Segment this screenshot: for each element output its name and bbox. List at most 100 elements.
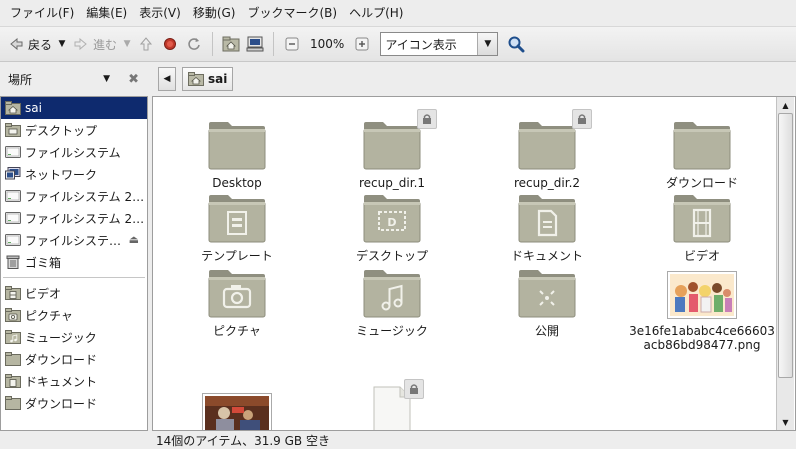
back-button[interactable]: 戻る [4, 30, 55, 58]
menu-go[interactable]: 移動(G) [187, 1, 242, 25]
drive-icon [5, 145, 21, 159]
file-item[interactable] [159, 383, 315, 430]
sidebar-item[interactable]: ファイルシステム [1, 141, 147, 163]
breadcrumb-label: sai [208, 72, 228, 86]
sidebar-item[interactable]: ビデオ [1, 282, 147, 304]
sidebar-item[interactable]: ドキュメント [1, 370, 147, 392]
chevron-down-icon[interactable]: ▼ [103, 74, 110, 84]
menu-view[interactable]: 表示(V) [133, 1, 187, 25]
sidebar-item[interactable]: ピクチャ [1, 304, 147, 326]
menu-bookmarks[interactable]: ブックマーク(B) [241, 1, 343, 25]
home-button[interactable] [219, 30, 243, 58]
view-mode-select[interactable]: アイコン表示 ▼ [380, 32, 499, 56]
file-item[interactable]: 3e16fe1ababc4ce66603acb86bd98477.png [624, 267, 780, 352]
file-name: ビデオ [683, 249, 720, 263]
eject-icon[interactable]: ⏏ [129, 233, 139, 246]
sidebar-item[interactable]: ネットワーク [1, 163, 147, 185]
forward-button[interactable]: 進む [69, 30, 120, 58]
pictures-folder-icon [5, 308, 21, 322]
forward-history-dropdown[interactable]: ▼ [120, 30, 134, 58]
places-sidebar: sai デスクトップ ファイルシステム ネットワーク ファイルシステム 2… ファイルシス… [0, 96, 148, 431]
zoom-out-button[interactable] [280, 30, 304, 58]
vertical-scrollbar[interactable]: ▲ ▼ [776, 97, 794, 430]
file-name: 3e16fe1ababc4ce66603acb86bd98477.png [629, 324, 775, 352]
search-button[interactable] [504, 30, 528, 58]
public-folder-icon [518, 267, 576, 319]
toolbar-separator [212, 32, 214, 56]
pictures-folder-icon [208, 267, 266, 319]
sidebar-item[interactable]: ミュージック [1, 326, 147, 348]
search-icon [507, 35, 525, 53]
computer-button[interactable] [243, 30, 267, 58]
drive-icon [5, 189, 21, 203]
home-folder-icon [5, 101, 21, 115]
file-name: ダウンロード [665, 176, 738, 190]
sidebar-divider [3, 277, 145, 278]
menu-help[interactable]: ヘルプ(H) [343, 1, 409, 25]
sidebar-item[interactable]: ゴミ箱 [1, 251, 147, 273]
file-item[interactable] [314, 379, 470, 430]
desktop-folder-icon [5, 123, 21, 137]
sidebar-item[interactable]: ファイルシステム 2… [1, 185, 147, 207]
file-item[interactable]: D デスクトップ [314, 192, 470, 263]
file-item[interactable]: ミュージック [314, 267, 470, 338]
sidebar-item-label: ファイルシステム [25, 145, 121, 160]
lock-icon [417, 109, 437, 129]
file-item[interactable]: ビデオ [624, 192, 780, 263]
file-item[interactable]: recup_dir.2 [469, 109, 625, 190]
back-history-dropdown[interactable]: ▼ [55, 30, 69, 58]
breadcrumb[interactable]: sai [182, 67, 234, 91]
folder-icon [208, 119, 266, 171]
sidebar-item[interactable]: sai [1, 97, 147, 119]
up-button[interactable] [134, 30, 158, 58]
desktop-folder-icon: D [363, 192, 421, 244]
music-folder-icon [5, 330, 21, 344]
stop-button[interactable] [158, 30, 182, 58]
menu-edit[interactable]: 編集(E) [80, 1, 133, 25]
side-pane-header: 場所 ▼ ✖ [0, 63, 147, 95]
sidebar-item-label: ミュージック [25, 330, 97, 345]
sidebar-item[interactable]: ファイルシステム 2… [1, 207, 147, 229]
sidebar-item[interactable]: ダウンロード [1, 392, 147, 414]
drive-icon [5, 233, 21, 247]
file-name: 公開 [534, 324, 559, 338]
sidebar-item[interactable]: ファイルシステ… ⏏ [1, 229, 147, 251]
side-pane-title[interactable]: 場所 [8, 71, 103, 88]
file-item[interactable]: ピクチャ [159, 267, 315, 338]
file-name: Desktop [212, 176, 262, 190]
file-item[interactable]: ダウンロード [624, 119, 780, 190]
file-item[interactable]: ドキュメント [469, 192, 625, 263]
scroll-down-arrow[interactable]: ▼ [777, 414, 794, 430]
file-item[interactable]: 公開 [469, 267, 625, 338]
forward-arrow-icon [72, 35, 90, 53]
file-item[interactable]: recup_dir.1 [314, 109, 470, 190]
file-view[interactable]: Desktop recup_dir.1 recup_dir.2 ダウンロードテンプレー… [152, 96, 796, 431]
zoom-in-button[interactable] [350, 30, 374, 58]
sidebar-item-label: ピクチャ [25, 308, 73, 323]
scrollbar-thumb[interactable] [778, 113, 793, 378]
view-mode-value: アイコン表示 [385, 37, 457, 52]
toolbar-separator [273, 32, 275, 56]
close-icon[interactable]: ✖ [128, 72, 139, 87]
file-item[interactable]: Desktop [159, 119, 315, 190]
video-folder-icon [673, 192, 731, 244]
sidebar-item[interactable]: ダウンロード [1, 348, 147, 370]
sidebar-item-label: ビデオ [25, 286, 62, 301]
path-back-button[interactable]: ◀ [158, 67, 176, 91]
documents-folder-icon [5, 374, 21, 388]
file-item[interactable]: テンプレート [159, 192, 315, 263]
up-arrow-icon [137, 35, 155, 53]
stop-icon [161, 35, 179, 53]
sidebar-item-label: ファイルシステ… [25, 233, 122, 248]
zoom-in-icon [353, 35, 371, 53]
music-folder-icon [363, 267, 421, 319]
folder-icon [363, 109, 437, 171]
sidebar-item-label: ドキュメント [25, 374, 98, 389]
menu-file[interactable]: ファイル(F) [4, 1, 80, 25]
scroll-up-arrow[interactable]: ▲ [777, 97, 794, 113]
templates-folder-icon [208, 192, 266, 244]
reload-button[interactable] [182, 30, 206, 58]
sidebar-item[interactable]: デスクトップ [1, 119, 147, 141]
zoom-out-icon [283, 35, 301, 53]
chevron-down-icon[interactable]: ▼ [477, 33, 498, 55]
